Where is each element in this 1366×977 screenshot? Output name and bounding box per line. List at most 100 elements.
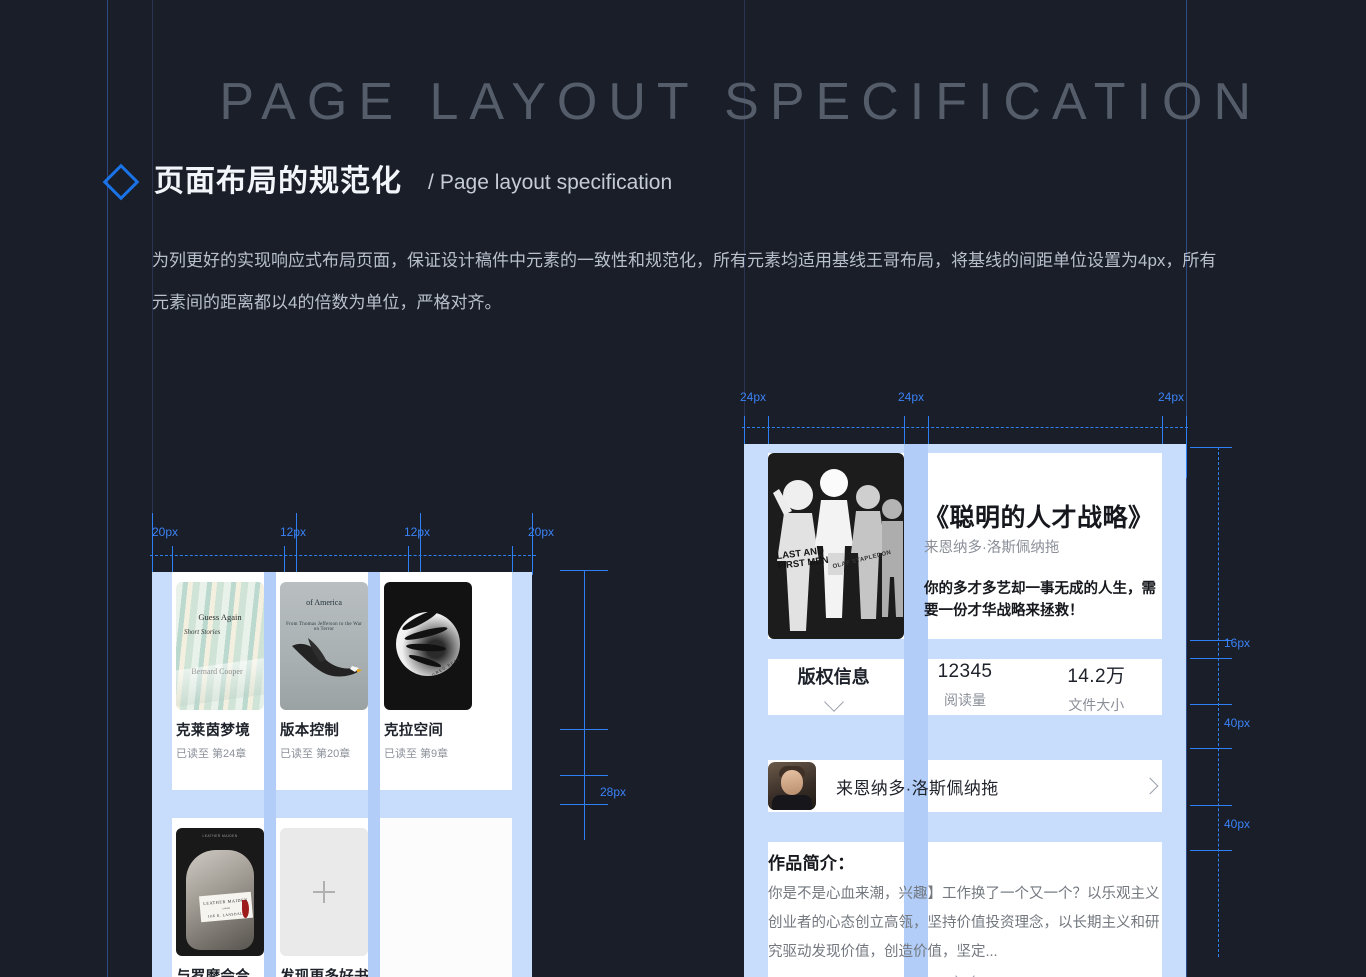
page-description: 为列更好的实现响应式布局页面，保证设计稿件中元素的一致性和规范化，所有元素均适用… <box>152 251 1217 312</box>
right-measure-24px-c: 24px <box>1158 390 1185 404</box>
right-tick-2 <box>1190 658 1232 659</box>
right-vert-dash <box>1218 447 1219 957</box>
left-guide-b <box>172 546 173 575</box>
book-cover-placeholder <box>280 828 368 956</box>
slide-canvas: PAGE LAYOUT SPECIFICATION 页面布局的规范化 / Pag… <box>0 0 1366 977</box>
avatar-face <box>781 770 803 795</box>
right-measure-40px-b: 40px <box>1224 817 1251 831</box>
diamond-icon <box>102 163 140 201</box>
cover-line-1: Guess Again <box>198 612 242 622</box>
book-title: 与罗摩会合 <box>176 969 250 977</box>
book-title: 版本控制 <box>280 723 340 739</box>
page-title: 页面布局的规范化 <box>154 165 402 198</box>
left-vert-dash <box>584 570 585 840</box>
right-tick-0 <box>1190 447 1232 448</box>
book-progress: 已读至 第24章 <box>176 748 247 760</box>
detail-book-cover[interactable]: LAST AND FIRST MEN OLAF STAPLEDON <box>768 453 904 639</box>
book-card[interactable]: LEATHER MAIDEN LEATHER MAIDEN a novel JO… <box>176 828 264 977</box>
right-phone-panel: LAST AND FIRST MEN OLAF STAPLEDON 《聪明的人才战… <box>744 444 1186 977</box>
intro-body: 你是不是心血来潮，兴趣】工作换了一个又一个？以乐观主义创业者的心态创立高瓴，坚持… <box>768 886 1160 960</box>
book-title: 克拉空间 <box>384 723 444 739</box>
cover-top-text: LEATHER MAIDEN <box>202 834 238 838</box>
right-tick-3 <box>1190 704 1232 705</box>
right-guide-f <box>1186 416 1187 478</box>
left-dashed-top <box>150 555 536 556</box>
left-tick-2 <box>560 729 608 730</box>
reads-stat: 12345 阅读量 <box>899 659 1030 715</box>
book-progress: 已读至 第20章 <box>280 748 351 760</box>
people-illustration-icon <box>773 469 903 631</box>
page-guide-1 <box>107 0 108 977</box>
page-heading: 页面布局的规范化 / Page layout specification <box>102 163 673 201</box>
avatar <box>768 762 816 810</box>
right-tick-5 <box>1190 805 1232 806</box>
right-measure-24px-a: 24px <box>740 390 767 404</box>
left-phone-panel: Guess Again Short Stories Bernard Cooper… <box>152 572 532 977</box>
left-guide-a <box>152 513 153 575</box>
author-row[interactable]: 来恩纳多·洛斯佩纳拖 <box>768 760 1162 812</box>
page-guide-4 <box>1186 0 1187 977</box>
filesize-stat: 14.2万 文件大小 <box>1031 659 1162 715</box>
left-guide-g <box>512 546 513 575</box>
intro-heading: 作品简介： <box>768 854 855 873</box>
book-cover: Guess Again Short Stories Bernard Cooper <box>176 582 264 710</box>
left-tick-1 <box>560 570 608 571</box>
detail-title: 《聪明的人才战略》 <box>924 504 1154 532</box>
copyright-stat[interactable]: 版权信息 <box>768 659 899 715</box>
left-measure-12px-b: 12px <box>404 525 431 539</box>
author-name: 来恩纳多·洛斯佩纳拖 <box>836 778 999 798</box>
plus-icon <box>313 881 335 903</box>
left-guide-c <box>284 546 285 575</box>
right-measure-16px: 16px <box>1224 636 1251 650</box>
intro-block: 作品简介： 你是不是心血来潮，兴趣】工作换了一个又一个？以乐观主义创业者的心态创… <box>768 849 1162 977</box>
book-cover: LEATHER MAIDEN LEATHER MAIDEN a novel JO… <box>176 828 264 956</box>
cover-line-3: Bernard Cooper <box>191 667 243 676</box>
title-separator: / <box>428 170 434 194</box>
left-gutter-band-1 <box>264 572 276 977</box>
left-tick-3 <box>560 775 608 776</box>
reads-label: 阅读量 <box>943 692 986 708</box>
blood-drip-graphic <box>242 900 249 918</box>
avatar-body <box>772 795 812 810</box>
left-measure-12px-a: 12px <box>280 525 307 539</box>
filesize-value: 14.2万 <box>1067 666 1126 687</box>
right-dashed-top <box>742 427 1188 428</box>
stats-row: 版权信息 12345 阅读量 14.2万 文件大小 <box>768 659 1162 715</box>
right-tick-4 <box>1190 748 1232 749</box>
detail-author: 来恩纳多·洛斯佩纳拖 <box>924 540 1060 556</box>
book-card[interactable]: Guess Again Short Stories Bernard Cooper… <box>176 582 264 761</box>
chevron-right-icon[interactable] <box>1141 777 1159 795</box>
chevron-down-icon[interactable] <box>823 692 844 712</box>
reads-value: 12345 <box>937 661 993 682</box>
ghost-title: PAGE LAYOUT SPECIFICATION <box>219 73 1262 131</box>
cover-line-1: of America <box>306 598 342 607</box>
left-measure-20px-a: 20px <box>152 525 179 539</box>
lp-white-col3-row2 <box>380 818 512 977</box>
right-tick-6 <box>1190 850 1232 851</box>
add-book-card[interactable]: 发现更多好书 <box>280 828 369 977</box>
book-cover: of America From Thomas Jefferson to the … <box>280 582 368 710</box>
filesize-label: 文件大小 <box>1068 697 1125 713</box>
cover-line-2: From Thomas Jefferson to the War on Terr… <box>286 622 362 632</box>
book-card[interactable]: of America From Thomas Jefferson to the … <box>280 582 368 761</box>
book-progress: 已读至 第9章 <box>384 748 449 760</box>
left-measure-28px: 28px <box>600 785 627 799</box>
eagle-icon <box>292 638 362 677</box>
left-guide-h <box>532 513 533 575</box>
left-gutter-band-2 <box>368 572 380 977</box>
right-measure-24px-b: 24px <box>898 390 925 404</box>
book-card[interactable]: GREG BEAR 克拉空间 已读至 第9章 <box>384 582 472 761</box>
page-subtitle: Page layout specification <box>439 170 673 194</box>
book-title: 克莱茵梦境 <box>176 723 250 739</box>
cover-line-2: Short Stories <box>184 628 221 636</box>
left-guide-d <box>296 513 297 575</box>
left-guide-e <box>408 546 409 575</box>
detail-tagline: 你的多才多艺却一事无成的人生，需要一份才华战略来拯救！ <box>924 581 1156 619</box>
copyright-label: 版权信息 <box>797 667 870 687</box>
expand-intro-chevron-icon[interactable] <box>955 966 975 977</box>
right-measure-40px-a: 40px <box>1224 716 1251 730</box>
left-tick-4 <box>560 804 608 805</box>
book-cover: GREG BEAR <box>384 582 472 710</box>
left-guide-f <box>420 513 421 575</box>
book-title: 发现更多好书 <box>280 969 369 977</box>
